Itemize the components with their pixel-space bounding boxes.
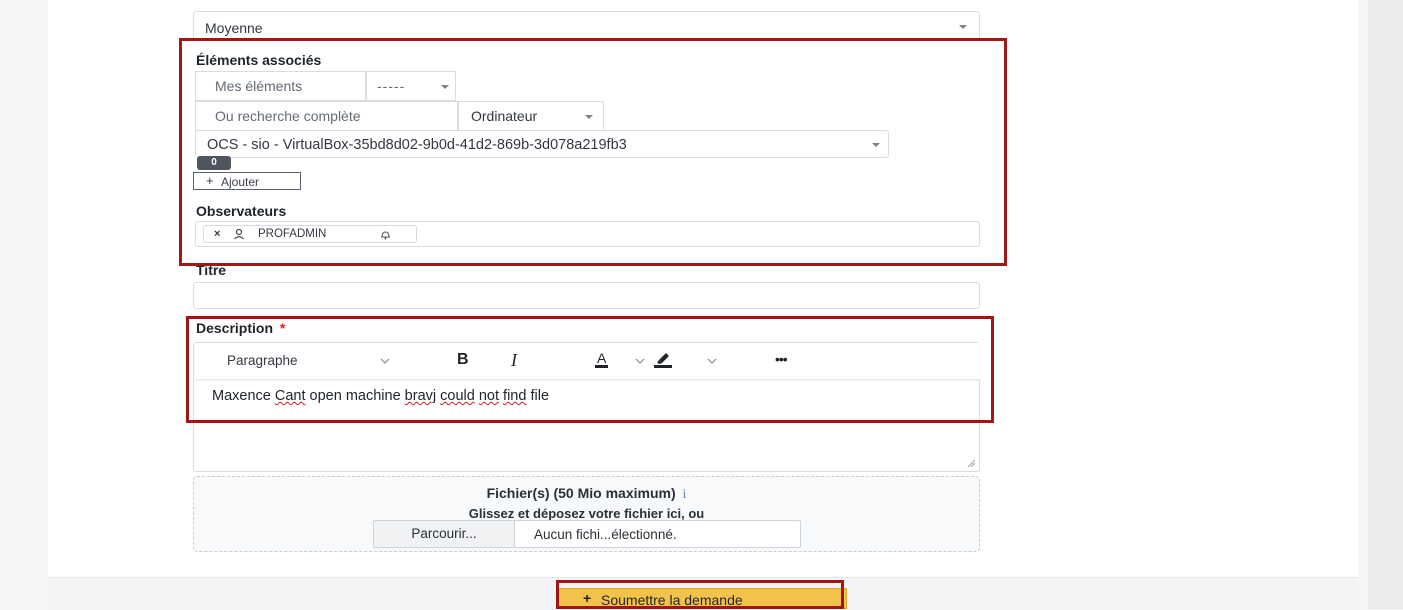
- info-icon[interactable]: i: [683, 487, 687, 502]
- highlight-box-submit: [556, 580, 844, 609]
- caret-down-icon: [959, 25, 967, 29]
- files-title-text: Fichier(s) (50 Mio maximum): [486, 485, 676, 501]
- urgency-value: Moyenne: [205, 20, 263, 36]
- urgency-select[interactable]: Moyenne: [193, 11, 980, 41]
- highlight-box-description: [186, 316, 994, 423]
- file-dropzone[interactable]: Fichier(s) (50 Mio maximum) i Glissez et…: [193, 476, 980, 552]
- title-input[interactable]: [193, 282, 980, 309]
- resize-handle-icon[interactable]: [967, 459, 975, 467]
- file-input[interactable]: Parcourir... Aucun fichi...électionné.: [373, 520, 801, 548]
- scrollbar[interactable]: [1368, 0, 1403, 609]
- highlight-box-linked-items: [179, 38, 1007, 266]
- no-file-selected: Aucun fichi...électionné.: [534, 527, 677, 542]
- drop-hint: Glissez et déposez votre fichier ici, ou: [468, 506, 705, 521]
- files-title: Fichier(s) (50 Mio maximum) i: [194, 485, 979, 503]
- browse-button[interactable]: Parcourir...: [374, 521, 515, 547]
